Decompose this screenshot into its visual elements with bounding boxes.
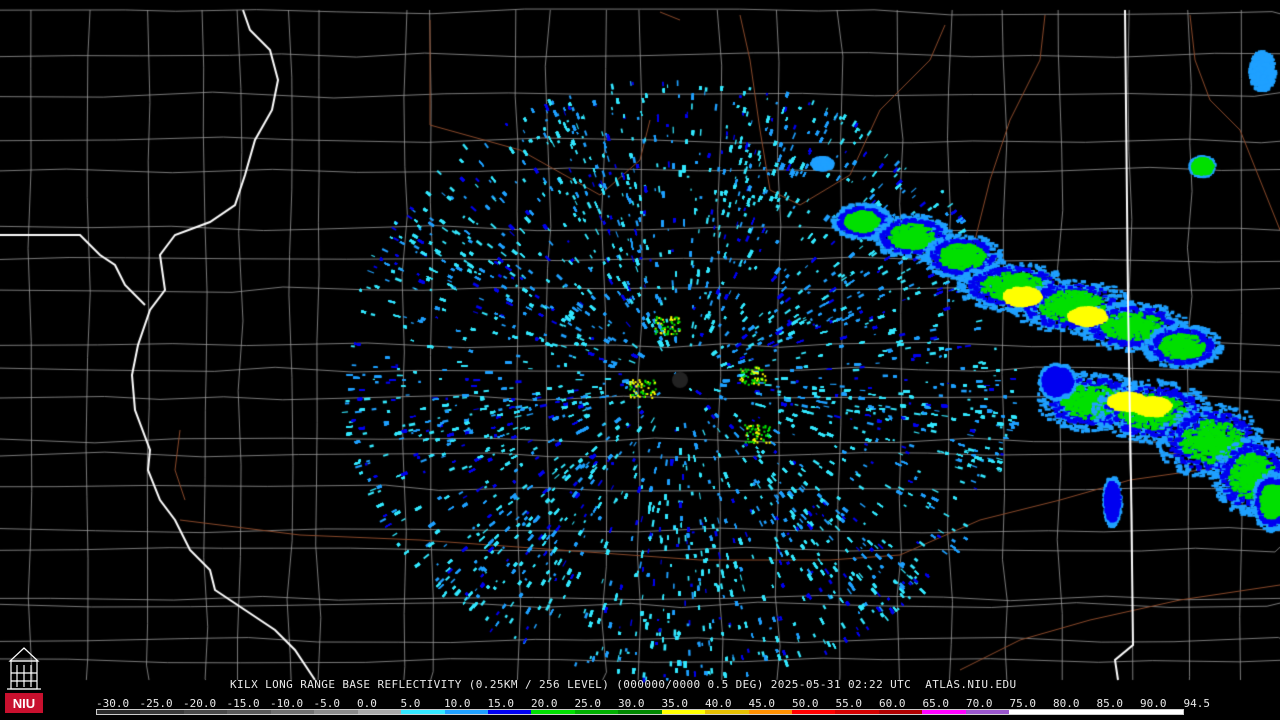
colorbar-swatch bbox=[878, 710, 923, 714]
colorbar-swatch bbox=[705, 710, 749, 714]
colorbar-swatch bbox=[574, 710, 619, 714]
colorbar-swatch bbox=[270, 710, 315, 714]
reflectivity-scale-labels: -30.0 -25.0 -20.0 -15.0 -10.0 -5.0 0.0 5.0 10.0 1… bbox=[96, 697, 1210, 710]
colorbar-swatch bbox=[922, 710, 966, 714]
colorbar-swatch bbox=[792, 710, 836, 714]
colorbar-swatch bbox=[1139, 710, 1183, 714]
colorbar-swatch bbox=[227, 710, 271, 714]
colorbar-swatch bbox=[487, 710, 532, 714]
product-caption: KILX LONG RANGE BASE REFLECTIVITY (0.25K… bbox=[230, 678, 1017, 691]
colorbar-swatch bbox=[97, 710, 141, 714]
colorbar-swatch bbox=[140, 710, 184, 714]
reflectivity-colorbar bbox=[96, 709, 1184, 715]
colorbar-swatch bbox=[748, 710, 792, 714]
colorbar-swatch bbox=[835, 710, 879, 714]
colorbar-swatch bbox=[1096, 710, 1140, 714]
colorbar-swatch bbox=[444, 710, 488, 714]
radar-map bbox=[0, 0, 1280, 720]
colorbar-swatch bbox=[1009, 710, 1053, 714]
niu-logo-icon: NIU bbox=[5, 647, 43, 713]
scale-label: 94.5 bbox=[1183, 697, 1211, 710]
colorbar-swatch bbox=[618, 710, 662, 714]
colorbar-swatch bbox=[661, 710, 706, 714]
logo-text: NIU bbox=[13, 696, 35, 711]
colorbar-swatch bbox=[531, 710, 575, 714]
colorbar-swatch bbox=[1052, 710, 1097, 714]
colorbar-swatch bbox=[357, 710, 402, 714]
colorbar-swatch bbox=[314, 710, 358, 714]
colorbar-swatch bbox=[965, 710, 1010, 714]
colorbar-swatch bbox=[401, 710, 445, 714]
colorbar-swatch bbox=[183, 710, 228, 714]
